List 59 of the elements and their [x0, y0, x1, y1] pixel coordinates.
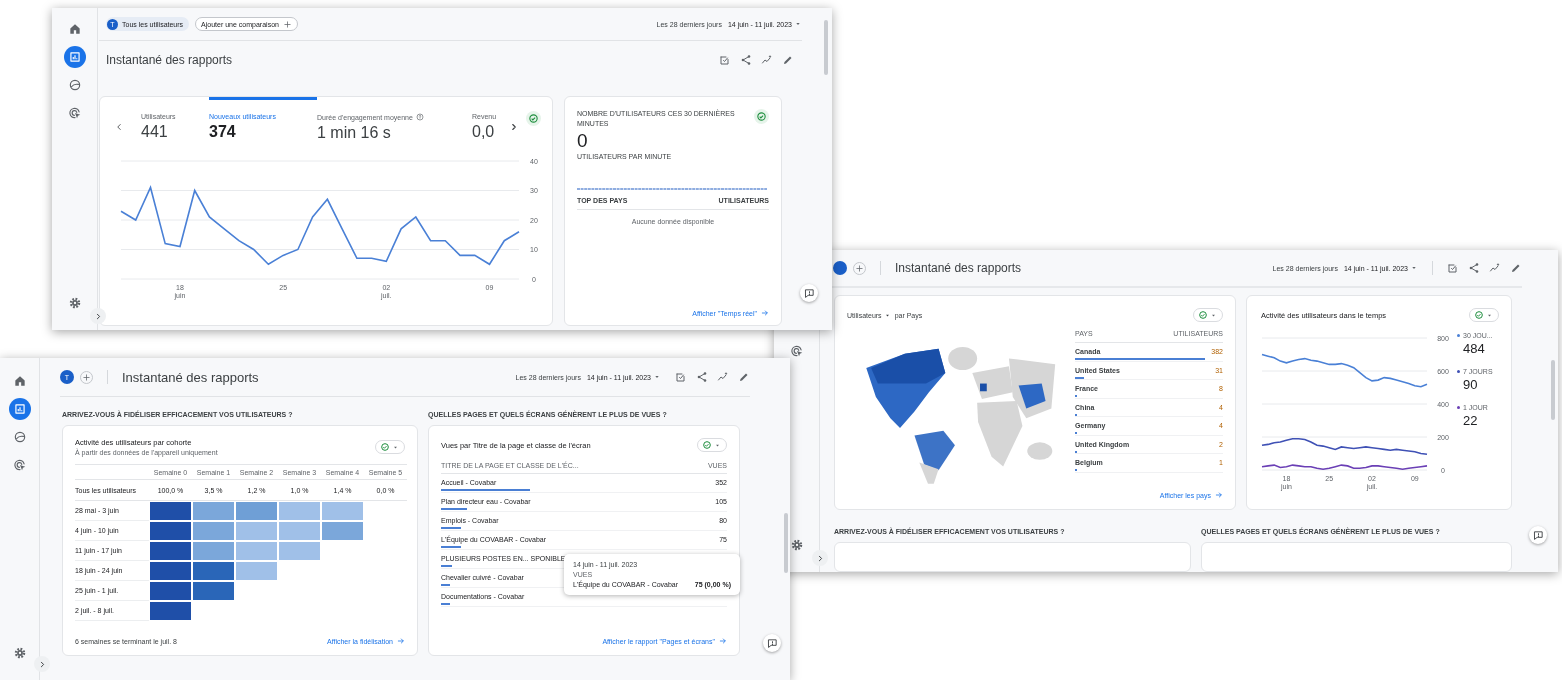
legend-value: 90	[1462, 377, 1479, 393]
avatar[interactable]	[833, 261, 847, 276]
page-title: Instantané des rapports	[122, 369, 259, 385]
scrollbar[interactable]	[784, 513, 788, 573]
edit-report-icon	[1447, 262, 1459, 275]
target-icon	[67, 106, 82, 120]
edit-report-icon	[719, 54, 731, 66]
plus-icon	[282, 19, 292, 29]
home-icon	[67, 22, 82, 36]
plus-icon	[82, 372, 91, 382]
scrollbar[interactable]	[1551, 360, 1555, 420]
pencil-icon	[738, 371, 750, 383]
check-circle-icon	[1198, 310, 1208, 321]
reports-button[interactable]	[8, 398, 31, 420]
check-circle-icon	[702, 440, 712, 450]
reports-button[interactable]	[63, 46, 86, 68]
target-icon	[789, 344, 804, 358]
share-icon	[740, 54, 752, 66]
page-title: Instantané des rapports	[895, 261, 1022, 276]
chevron-left-icon	[114, 122, 124, 132]
check-circle-icon	[756, 111, 767, 122]
settings-icon	[12, 646, 27, 660]
legend-value: 22	[1462, 413, 1479, 429]
target-icon	[12, 458, 27, 472]
feedback-button[interactable]	[763, 634, 781, 652]
realtime-count: 0	[577, 132, 589, 150]
settings-icon	[67, 296, 82, 310]
sparkline-icon	[1489, 262, 1501, 275]
home-icon	[12, 374, 27, 388]
sparkline-icon	[717, 371, 729, 383]
pencil-icon	[782, 54, 794, 66]
info-icon	[415, 113, 424, 121]
bar-chart-icon	[12, 402, 27, 416]
legend-value: 484	[1462, 341, 1486, 357]
check-circle-icon	[1474, 310, 1484, 321]
arrow-right-icon	[397, 637, 405, 645]
feedback-icon	[766, 637, 778, 649]
arrow-right-icon	[761, 309, 769, 317]
compass-icon	[12, 430, 27, 444]
check-circle-icon	[528, 113, 539, 124]
bar-chart-icon	[67, 50, 82, 64]
arrow-right-icon	[719, 637, 727, 645]
arrow-right-icon	[1215, 491, 1223, 499]
feedback-button[interactable]	[800, 284, 818, 302]
share-icon	[696, 371, 708, 383]
pencil-icon	[1510, 262, 1522, 275]
plus-icon	[855, 263, 864, 273]
scrollbar[interactable]	[824, 20, 828, 75]
page-title: Instantané des rapports	[106, 53, 233, 67]
check-circle-icon	[380, 442, 390, 452]
edit-report-icon	[675, 371, 687, 383]
settings-icon	[789, 538, 804, 552]
feedback-icon	[803, 287, 815, 299]
feedback-icon	[1532, 529, 1544, 541]
feedback-button[interactable]	[1529, 526, 1547, 544]
compass-icon	[67, 78, 82, 92]
chevron-right-icon	[509, 122, 519, 132]
sparkline-icon	[761, 54, 773, 66]
share-icon	[1468, 262, 1480, 275]
